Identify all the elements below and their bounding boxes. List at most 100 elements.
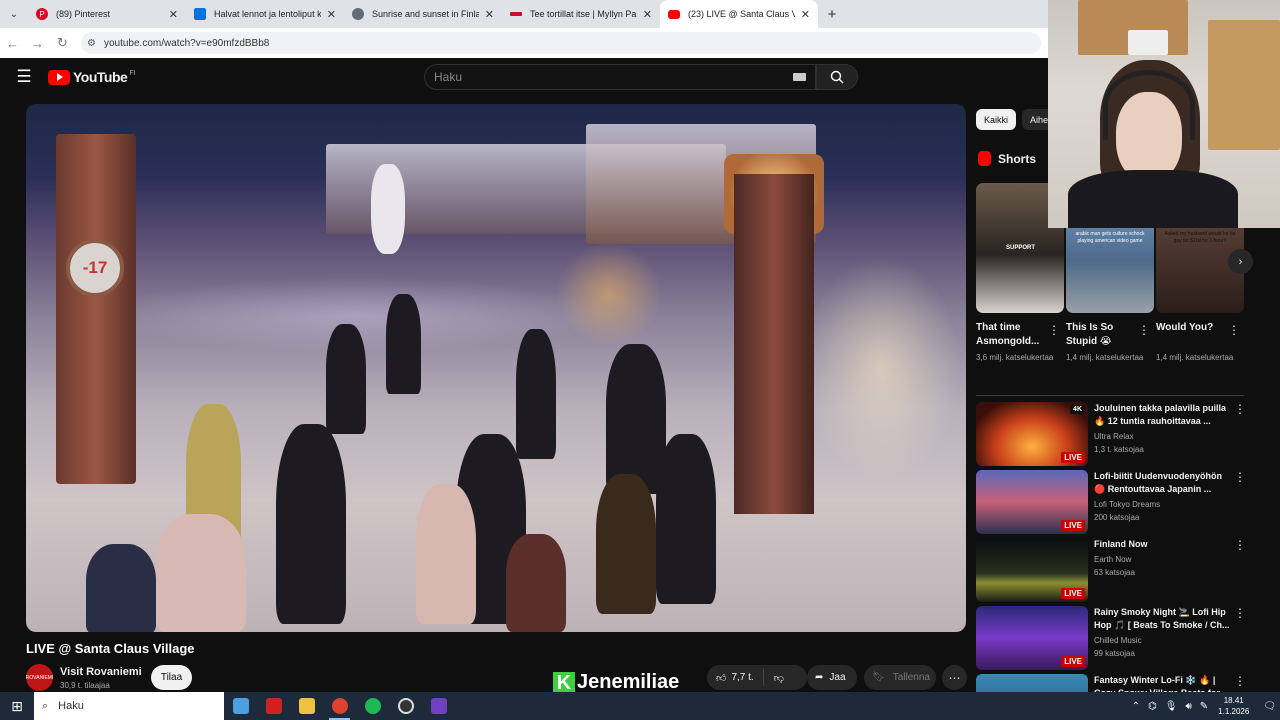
kebab-menu-icon[interactable]: ⋮ [1234,538,1246,552]
kebab-menu-icon[interactable]: ⋮ [1234,402,1246,416]
obs-icon[interactable] [389,692,422,720]
spotify-icon[interactable] [356,692,389,720]
video-thumbnail[interactable]: 4K LIVE [976,402,1088,466]
kitchen-cabinet [1208,20,1280,150]
short-thumb-text: SUPPORT [1006,245,1036,251]
chrome-icon[interactable] [323,692,356,720]
recommendation-item[interactable]: LIVE Finland Now Earth Now 63 katsojaa ⋮ [976,538,1246,602]
viewer-count: 99 katsojaa [1094,649,1135,658]
short-views: 1,4 milj. katselukertaa [1066,353,1144,362]
youtube-play-icon [48,69,70,85]
video-title: Jouluinen takka palavilla puilla 🔥 12 tu… [1094,403,1227,426]
url-field[interactable]: ⚙ youtube.com/watch?v=e90mfzdBBb8 [81,32,1041,54]
close-icon[interactable]: ✕ [801,8,810,21]
live-badge: LIVE [1061,656,1085,667]
close-icon[interactable]: ✕ [327,8,336,21]
reload-icon[interactable]: ↻ [50,35,75,51]
video-title: LIVE @ Santa Claus Village [26,641,195,656]
recommendation-item[interactable]: 4K LIVE Jouluinen takka palavilla puilla… [976,402,1246,466]
search-placeholder: Haku [434,70,463,84]
menu-icon[interactable]: ☰ [0,67,48,87]
live-badge: LIVE [1061,452,1085,463]
short-views: 1,4 milj. katselukertaa [1156,353,1234,362]
speaker-icon[interactable]: 🔊︎ [1185,701,1191,712]
youtube-logo[interactable]: YouTube FI [48,69,136,85]
recommendation-item[interactable]: LIVE Lofi-biitit Uudenvuodenyöhön 🔴 Rent… [976,470,1246,534]
taskbar-search-input[interactable]: ⌕ Haku [34,692,224,720]
keyboard-icon[interactable] [793,73,806,81]
video-thumbnail[interactable]: LIVE [976,606,1088,670]
lamp-post [734,174,814,514]
chevron-up-icon[interactable]: ⌃ [1132,701,1140,712]
kebab-menu-icon[interactable]: ⋮ [1234,674,1246,688]
short-thumb-text: arabic man gets culture schock playing a… [1075,231,1145,244]
thermometer-pillar [56,134,136,484]
video-title: Finland Now [1094,539,1148,549]
video-player[interactable]: -17 [26,104,966,632]
tab-search-chevron-icon[interactable]: ⌄ [0,0,28,28]
clock[interactable]: 18.41 1.1.2026 [1218,695,1249,717]
app-l-icon[interactable] [257,692,290,720]
site-info-icon[interactable]: ⚙ [87,38,96,49]
windows-start-icon[interactable]: ⊞ [0,698,34,715]
close-icon[interactable]: ✕ [643,8,652,21]
subscribe-button[interactable]: Tilaa [151,665,192,690]
forward-arrow-icon[interactable]: → [25,36,50,51]
like-count: 7,7 t. [731,672,754,683]
search-icon [830,70,844,84]
crowd-figure [86,544,156,632]
search-input[interactable]: Haku [424,64,816,90]
crowd-figure [656,434,716,604]
browser-tab-active[interactable]: (23) LIVE @ Santa Claus Village ✕ [660,0,818,28]
viewer-count: 1,3 t. katsojaa [1094,445,1144,454]
microwave [1128,30,1168,55]
viewer-count: 63 katsojaa [1094,568,1135,577]
video-thumbnail[interactable]: LIVE [976,538,1088,602]
microphone-icon[interactable]: 🎙︎ [1165,701,1178,712]
search-button[interactable] [816,64,858,90]
dislike-button[interactable]: 👎︎ [764,672,794,684]
task-view-icon[interactable] [224,692,257,720]
kebab-menu-icon[interactable]: ⋮ [1228,323,1240,337]
new-tab-plus-icon[interactable]: + [818,6,846,23]
crowd-figure [516,329,556,459]
search-icon: ⌕ [42,699,49,712]
file-explorer-icon[interactable] [290,692,323,720]
crowd-figure [606,344,666,494]
kebab-menu-icon[interactable]: ⋮ [1048,323,1060,337]
app-icon[interactable] [422,692,455,720]
chip-all[interactable]: Kaikki [976,109,1017,130]
url-text: youtube.com/watch?v=e90mfzdBBb8 [103,37,270,49]
browser-tab[interactable]: Halvat lennot ja lentoliput kaikkialle ✕ [186,0,344,28]
recommendation-item[interactable]: Fantasy Winter Lo-Fi ❄️ 🔥 | Cozy Snowy V… [976,674,1246,692]
network-icon[interactable]: ⌬ [1148,701,1157,712]
short-title: That time Asmongold... [976,322,1040,347]
video-thumbnail[interactable]: LIVE [976,470,1088,534]
share-button[interactable]: ➦ Jaa [807,665,857,690]
save-button[interactable]: 🔖︎ Tallenna [864,665,936,690]
browser-tab[interactable]: Tee tortillat itse | Myllyn Paras ✕ [502,0,660,28]
streamer-body [1068,170,1238,228]
notification-icon[interactable]: 🗨︎ [1263,701,1276,712]
close-icon[interactable]: ✕ [169,8,178,21]
back-arrow-icon[interactable]: ← [0,36,25,51]
kick-logo-icon: K [553,671,575,694]
chevron-right-icon[interactable]: › [1228,249,1253,274]
kebab-menu-icon[interactable]: ⋮ [1234,470,1246,484]
kebab-menu-icon[interactable]: ⋮ [1234,606,1246,620]
channel-avatar[interactable]: ROVANIEMI [26,664,53,691]
recommendation-item[interactable]: LIVE Rainy Smoky Night 🚬 Lofi Hip Hop 🎵 … [976,606,1246,670]
browser-tab[interactable]: Sunrise and sunset in Finland ✕ [344,0,502,28]
browser-tab[interactable]: P (89) Pinterest ✕ [28,0,186,28]
pen-icon[interactable]: ✎ [1200,701,1208,712]
kebab-menu-icon[interactable]: ⋮ [1138,323,1150,337]
like-button[interactable]: 👍︎ 7,7 t. [707,669,764,686]
crowd-figure [386,294,421,394]
channel-subscribers: 30,9 t. tilaajaa [60,681,110,690]
viewer-count: 200 katsojaa [1094,513,1140,522]
close-icon[interactable]: ✕ [485,8,494,21]
video-thumbnail[interactable] [976,674,1088,692]
live-badge: LIVE [1061,520,1085,531]
channel-name[interactable]: Visit Rovaniemi [60,666,142,678]
more-actions-icon[interactable]: ⋯ [942,665,967,690]
